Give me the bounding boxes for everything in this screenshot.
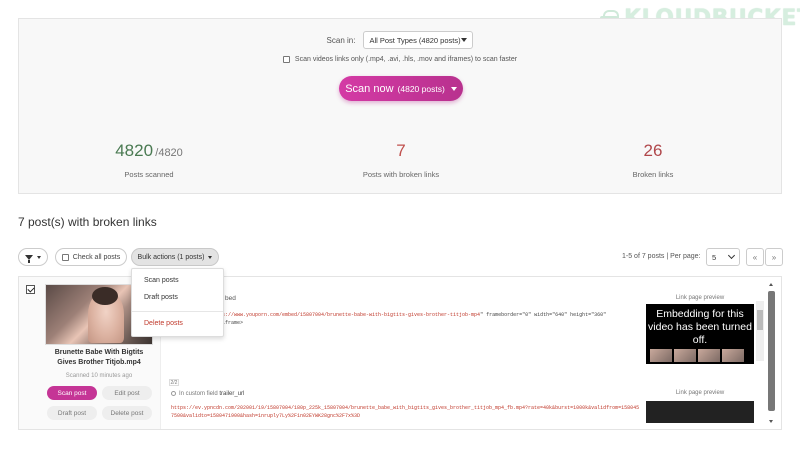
custom-field-name: trailer_url [219, 391, 245, 397]
scan-in-label: Scan in: [326, 35, 356, 45]
per-page-value: 5 [712, 252, 717, 262]
video-only-checkbox[interactable] [282, 56, 290, 63]
draft-post-button[interactable]: Draft post [47, 406, 97, 420]
stat-posts-scanned: 4820 /4820 Posts scanned [99, 141, 199, 179]
scan-now-label: Scan now [345, 82, 394, 95]
posts-scanned-total: /4820 [155, 147, 183, 159]
broken-links-value: 26 [643, 141, 663, 160]
menu-item-delete-posts[interactable]: Delete posts [144, 320, 183, 327]
broken-links-label: Broken links [632, 170, 674, 179]
link-page-preview[interactable]: Embedding for this video has been turned… [646, 304, 754, 364]
scanned-time: Scanned 10 minutes ago [65, 373, 133, 379]
caret-down-icon [37, 255, 41, 259]
preview-thumb [674, 349, 696, 362]
menu-item-scan-posts[interactable]: Scan posts [144, 277, 179, 284]
check-all-label: Check all posts [72, 253, 121, 261]
post-types-value: All Post Types (4820 posts) [369, 35, 461, 45]
embed-url[interactable]: https://www.youporn.com/embed/15807004/b… [210, 312, 480, 318]
menu-divider [132, 311, 223, 312]
thumbnail-hair [92, 287, 118, 305]
field-head: bed [225, 295, 236, 302]
posts-scanned-value: 4820 [115, 141, 154, 160]
scroll-up-icon[interactable] [769, 283, 773, 286]
trailer-url[interactable]: https://ev.ypncdn.com/202001/19/15807004… [171, 404, 641, 420]
chevron-down-icon [461, 38, 468, 42]
broken-posts-value: 7 [396, 141, 406, 160]
scrollbar-thumb[interactable] [768, 291, 775, 411]
preview-thumb [722, 349, 744, 362]
search-icon [171, 391, 176, 396]
broken-link-custom-field: In custom field trailer_url https://ev.y… [167, 387, 773, 429]
preview-message: Embedding for this video has been turned… [648, 308, 752, 346]
scan-panel: Scan in: All Post Types (4820 posts) Sca… [18, 18, 782, 194]
custom-field-prefix: In custom field [179, 391, 218, 397]
custom-field-head: In custom field trailer_url [171, 390, 244, 397]
link-page-preview[interactable] [646, 401, 754, 423]
code-attrs: " frameborder="0" width="640" height="36… [480, 312, 607, 318]
first-page-button[interactable]: « [746, 248, 764, 266]
posts-scanned-label: Posts scanned [124, 170, 174, 179]
next-page-button[interactable]: » [765, 248, 783, 266]
delete-post-button[interactable]: Delete post [102, 406, 152, 420]
post-checkbox[interactable] [26, 285, 35, 294]
bulk-actions-label: Bulk actions (1 posts) [137, 253, 205, 261]
scan-in-row: Scan in: All Post Types (4820 posts) [19, 31, 781, 49]
results-title: 7 post(s) with broken links [18, 215, 157, 229]
check-all-button[interactable]: Check all posts [55, 248, 127, 266]
filter-button[interactable] [18, 248, 48, 266]
chevron-down-icon [727, 251, 736, 260]
caret-down-icon [450, 86, 457, 91]
video-option-row[interactable]: Scan videos links only (.mp4, .avi, .hls… [19, 56, 781, 63]
video-option-label: Scan videos links only (.mp4, .avi, .hls… [294, 56, 518, 63]
caret-down-icon [208, 255, 213, 259]
field-count-badge: 2/2 [169, 379, 179, 386]
scan-now-button[interactable]: Scan now (4820 posts) [339, 76, 463, 101]
post-types-select[interactable]: All Post Types (4820 posts) [363, 31, 474, 49]
stat-broken-posts: 7 Posts with broken links [339, 141, 463, 179]
edit-post-button[interactable]: Edit post [102, 386, 152, 400]
pager-info: 1-5 of 7 posts | Per page: [622, 253, 701, 260]
scroll-down-icon[interactable] [769, 420, 773, 423]
preview-thumb [698, 349, 720, 362]
card-scrollbar[interactable] [768, 283, 775, 423]
broken-link-embed: bed <iframe src="https://www.youporn.com… [167, 293, 773, 373]
scan-now-count: (4820 posts) [397, 83, 445, 94]
menu-item-draft-posts[interactable]: Draft posts [144, 294, 178, 301]
embed-code: <iframe src="https://www.youporn.com/emb… [171, 311, 641, 327]
preview-thumb [650, 349, 672, 362]
check-all-checkbox[interactable] [61, 253, 69, 261]
per-page-select[interactable]: 5 [706, 248, 740, 266]
preview-scrollbar[interactable] [756, 301, 764, 361]
bulk-actions-menu: Scan posts Draft posts Delete posts [131, 268, 224, 337]
scan-post-button[interactable]: Scan post [47, 386, 97, 400]
preview-label: Link page preview [675, 390, 725, 396]
preview-label: Link page preview [675, 295, 725, 301]
bulk-actions-button[interactable]: Bulk actions (1 posts) [131, 248, 219, 266]
filter-icon [25, 254, 33, 263]
post-title[interactable]: Brunette Babe With Bigtits Gives Brother… [45, 348, 153, 368]
broken-posts-label: Posts with broken links [362, 170, 440, 179]
preview-thumbnails [650, 349, 744, 362]
scrollbar-thumb[interactable] [757, 310, 763, 330]
stat-broken-links: 26 Broken links [603, 141, 703, 179]
